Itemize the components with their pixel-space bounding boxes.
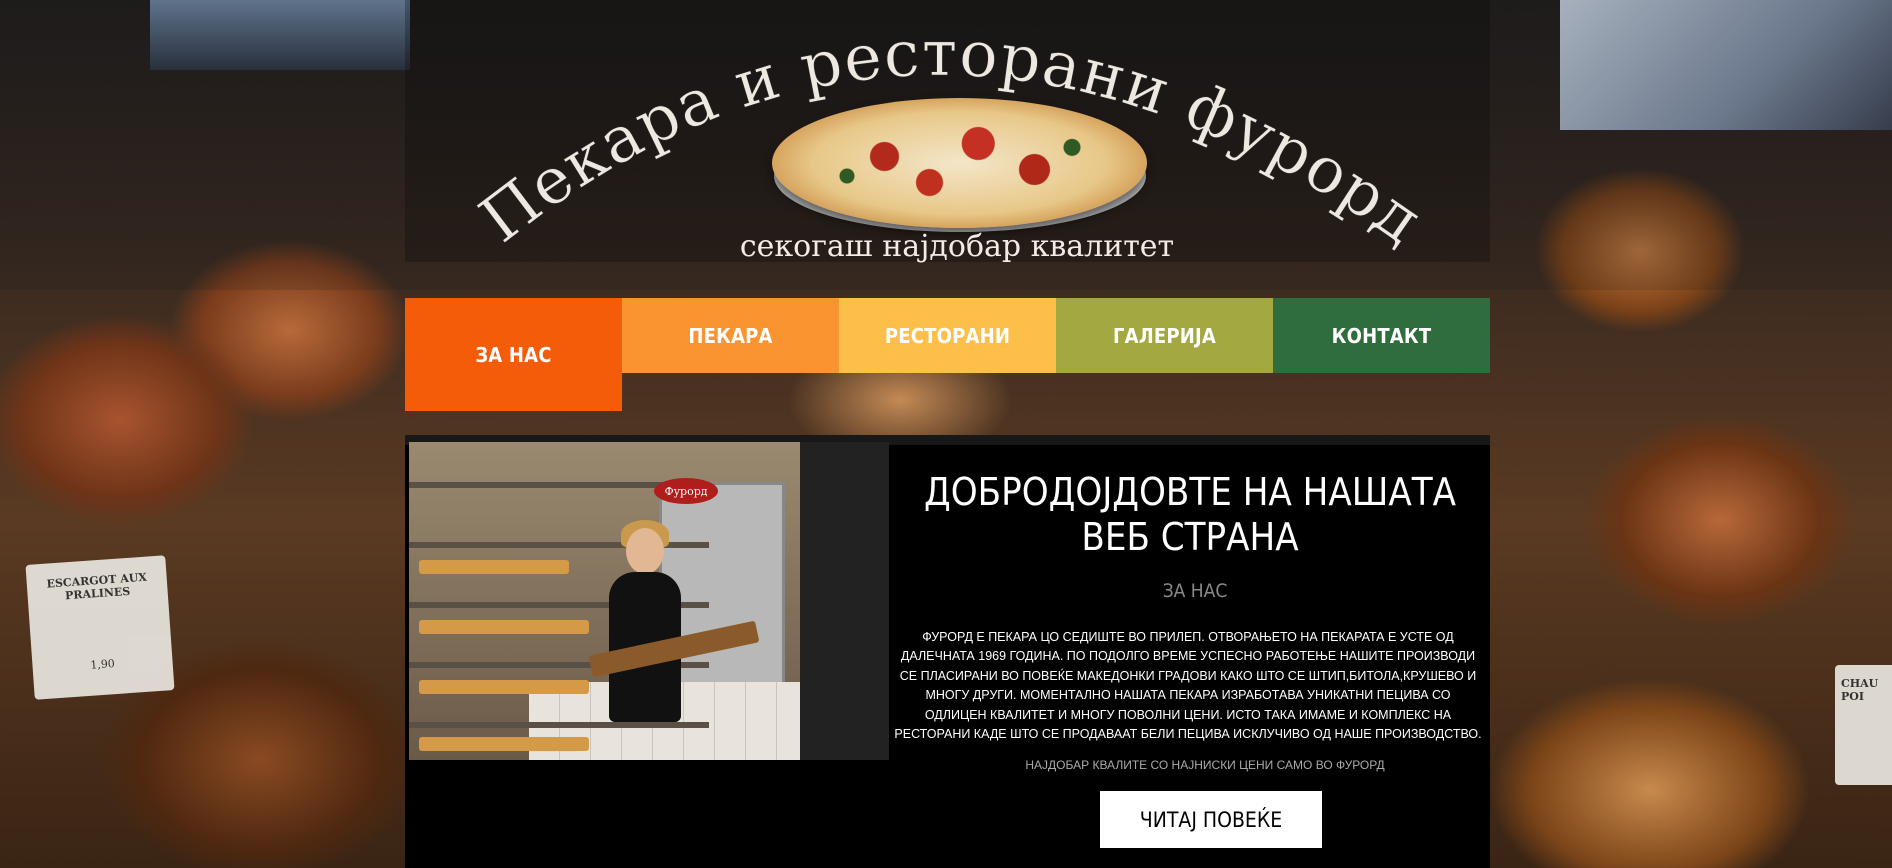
logo-tagline: секогаш најдобар квалитет: [740, 229, 1174, 264]
background-sign-price: 1,90: [89, 657, 116, 672]
nav-item-bakery-label: ПЕКАРА: [688, 323, 773, 348]
photo-tray: [419, 680, 589, 694]
nav-item-about-label: ЗА НАС: [475, 342, 552, 367]
quality-tagline: НАЈДОБАР КВАЛИТЕ СО НАЈНИСКИ ЦЕНИ САМО В…: [1025, 758, 1385, 772]
nav-item-gallery-label: ГАЛЕРИЈА: [1112, 323, 1217, 348]
photo-shop-sign: Фурорд: [654, 478, 718, 504]
background-window: [150, 0, 410, 70]
nav-item-contact-label: КОНТАКТ: [1331, 323, 1432, 348]
photo-tray: [419, 620, 589, 634]
photo-tray: [419, 737, 589, 751]
background-sign-text: ESCARGOT AUX PRALINES: [46, 570, 148, 603]
background-window-right: [1560, 0, 1892, 130]
background-price-sign-right: CHAU POI: [1835, 665, 1892, 785]
logo[interactable]: Пекара и ресторани фурорд секогаш најдоб…: [405, 0, 1490, 270]
background-price-sign: ESCARGOT AUX PRALINES 1,90: [25, 555, 175, 700]
about-body-text: ФУРОРД Е ПЕКАРА ЦО СЕДИШТЕ ВО ПРИЛЕП. ОТ…: [894, 630, 1482, 742]
nav-item-gallery[interactable]: ГАЛЕРИЈА: [1056, 298, 1273, 373]
nav-item-about[interactable]: ЗА НАС: [405, 298, 622, 411]
photo-rack-right: [800, 442, 889, 760]
nav-item-restaurants-label: РЕСТОРАНИ: [884, 323, 1011, 348]
nav-item-contact[interactable]: КОНТАКТ: [1273, 298, 1490, 373]
photo-person-head: [626, 528, 664, 574]
welcome-heading: ДОБРОДОЈДОВТЕ НА НАШАТА ВЕБ СТРАНА: [924, 470, 1456, 559]
main-nav: ЗА НАС ПЕКАРА РЕСТОРАНИ ГАЛЕРИЈА КОНТАКТ: [405, 298, 1490, 411]
logo-title: Пекара и ресторани фурорд: [467, 17, 1436, 259]
photo-shelf: [409, 722, 709, 728]
nav-item-restaurants[interactable]: РЕСТОРАНИ: [839, 298, 1056, 373]
about-subheading: ЗА НАС: [1162, 580, 1228, 602]
read-more-button[interactable]: ЧИТАЈ ПОВЕЌЕ: [1100, 791, 1322, 848]
photo-tray: [419, 560, 569, 574]
background-sign-right-text: CHAU POI: [1841, 677, 1879, 703]
nav-item-bakery[interactable]: ПЕКАРА: [622, 298, 839, 373]
